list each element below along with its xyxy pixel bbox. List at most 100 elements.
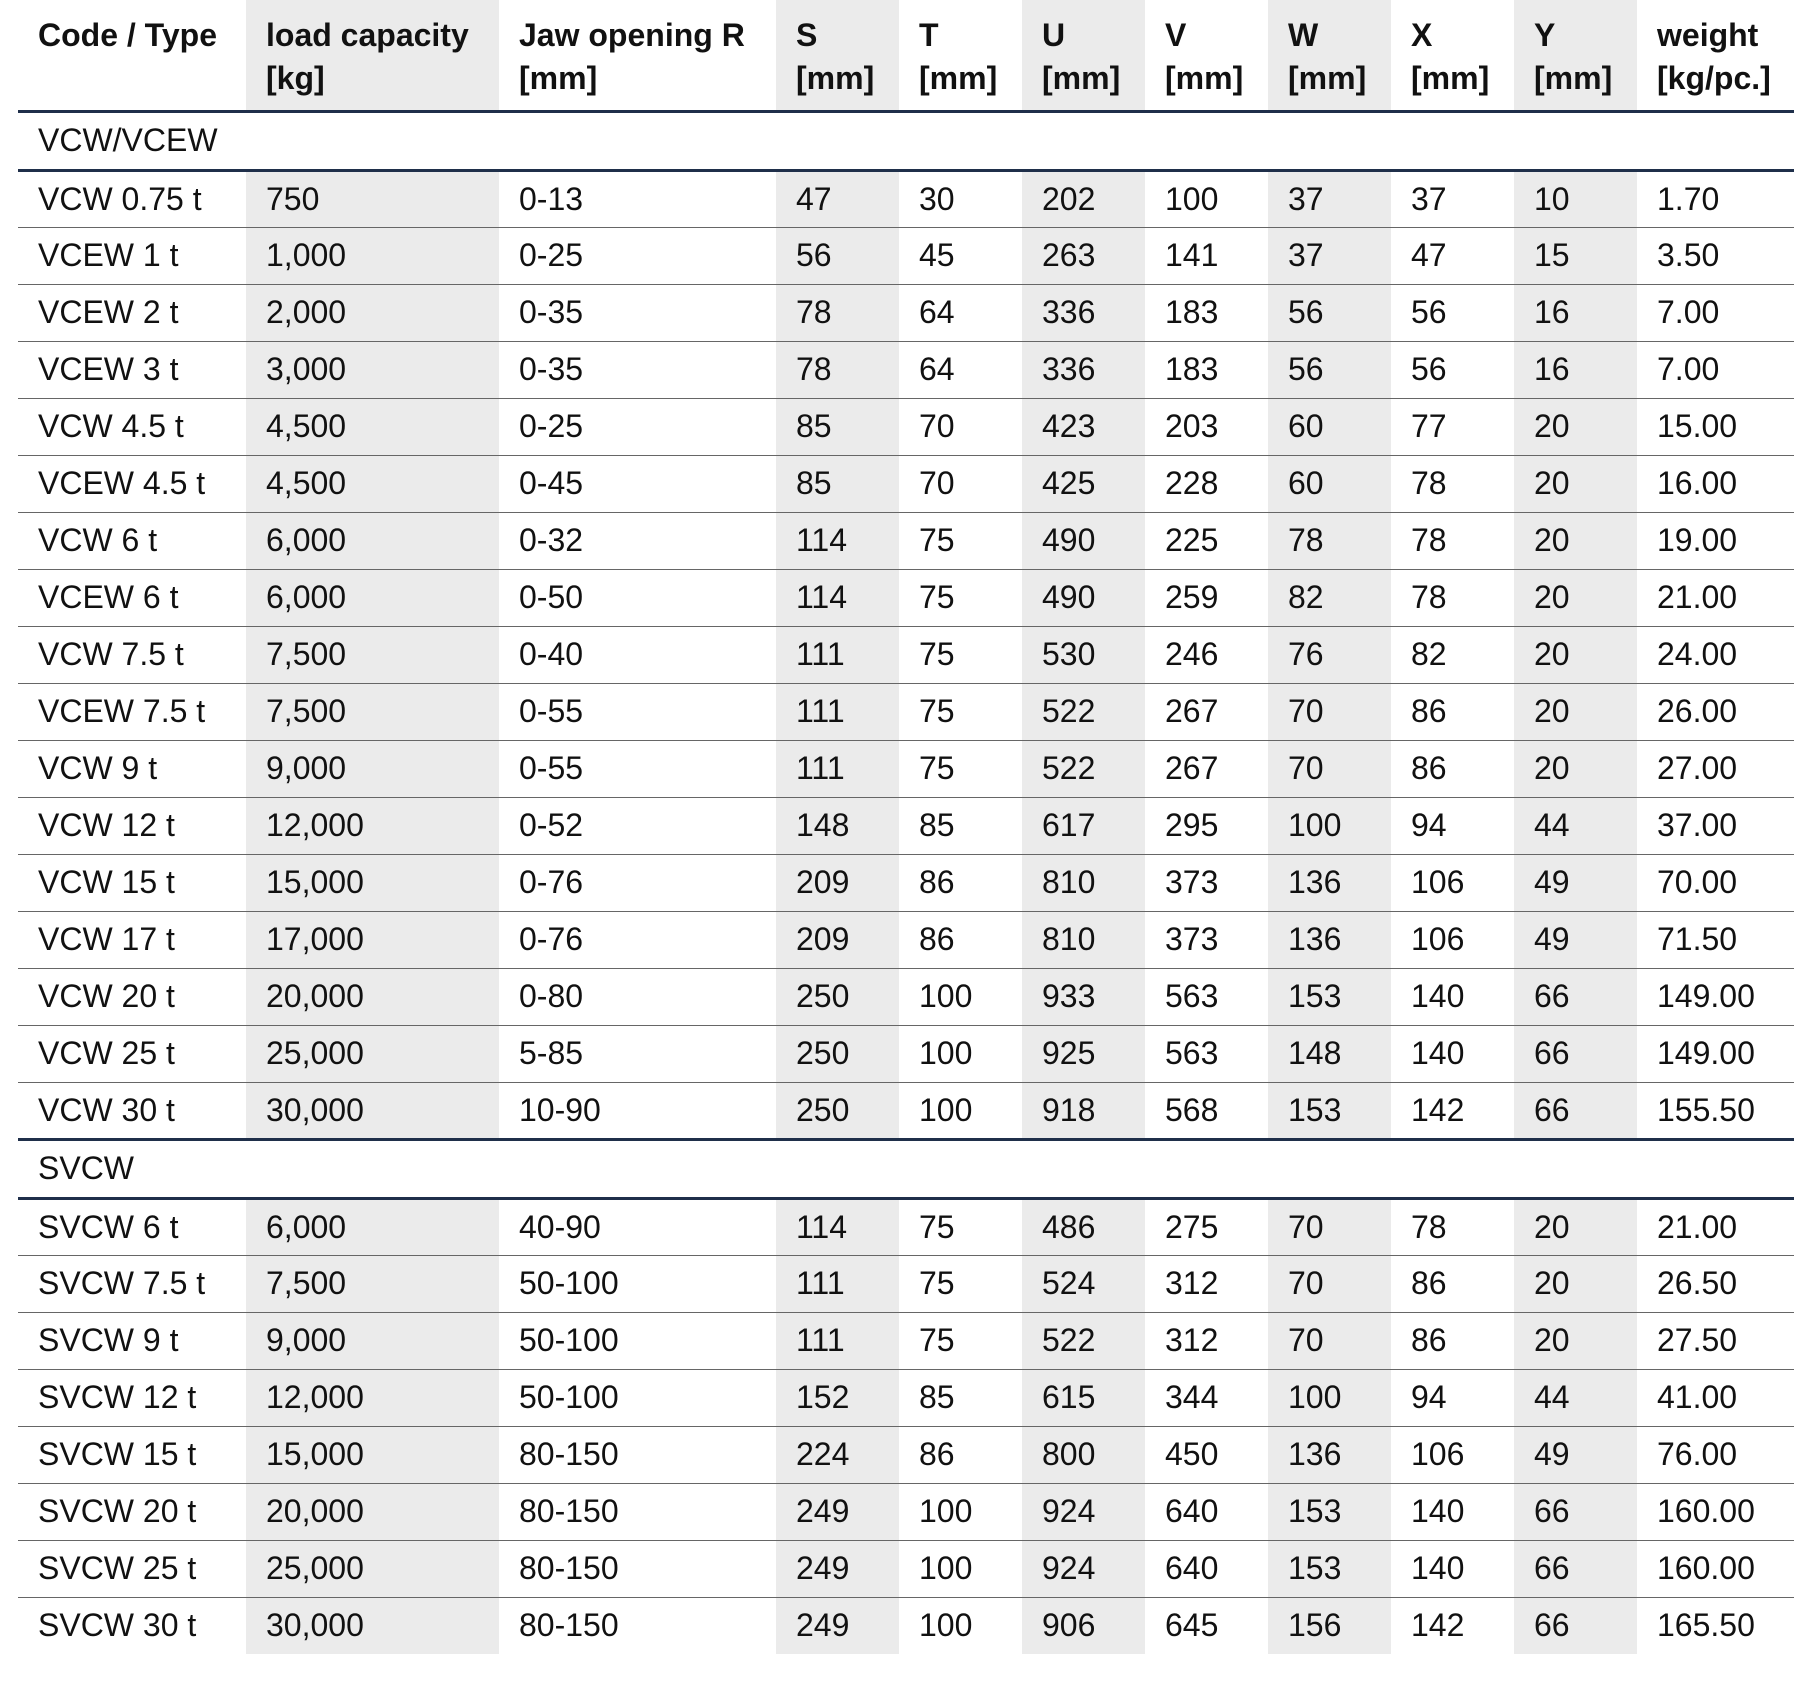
cell-w: 56 (1268, 341, 1391, 399)
cell-load-capacity: 6,000 (246, 1198, 499, 1256)
cell-y: 66 (1514, 1483, 1637, 1541)
cell-jaw-opening: 0-32 (499, 512, 776, 570)
cell-weight: 76.00 (1637, 1426, 1794, 1484)
cell-jaw-opening: 0-52 (499, 797, 776, 855)
cell-jaw-opening: 0-35 (499, 341, 776, 399)
table-row: VCW 17 t 17,000 0-76 209 86 810 373 136 106 49 71.… (18, 911, 1794, 969)
cell-t: 75 (899, 1312, 1022, 1370)
group-title: VCW/VCEW (18, 111, 1794, 172)
cell-x: 142 (1391, 1082, 1514, 1141)
cell-load-capacity: 6,000 (246, 512, 499, 570)
cell-s: 111 (776, 683, 899, 741)
table-row: VCEW 1 t 1,000 0-25 56 45 263 141 37 47 15 3.50 (18, 227, 1794, 285)
cell-code-type: SVCW 9 t (18, 1312, 246, 1370)
table-row: VCEW 6 t 6,000 0-50 114 75 490 259 82 78 20 21.00 (18, 569, 1794, 627)
cell-x: 140 (1391, 1025, 1514, 1083)
table-row: VCW 0.75 t 750 0-13 47 30 202 100 37 37 10 1.70 (18, 170, 1794, 228)
cell-load-capacity: 4,500 (246, 398, 499, 456)
spec-table-container: Code / Type load capacity [kg] Jaw openin… (0, 0, 1794, 1682)
header-v: V [mm] (1145, 0, 1268, 113)
cell-jaw-opening: 0-76 (499, 854, 776, 912)
cell-s: 111 (776, 1255, 899, 1313)
cell-y: 16 (1514, 341, 1637, 399)
cell-x: 106 (1391, 854, 1514, 912)
group-header-row: VCW/VCEW (18, 111, 1794, 172)
cell-s: 114 (776, 512, 899, 570)
cell-u: 924 (1022, 1483, 1145, 1541)
cell-code-type: VCW 4.5 t (18, 398, 246, 456)
table-row: SVCW 25 t 25,000 80-150 249 100 924 640 153 140 6… (18, 1540, 1794, 1598)
cell-w: 70 (1268, 1255, 1391, 1313)
cell-y: 66 (1514, 1082, 1637, 1141)
cell-jaw-opening: 50-100 (499, 1255, 776, 1313)
cell-v: 246 (1145, 626, 1268, 684)
cell-load-capacity: 6,000 (246, 569, 499, 627)
cell-load-capacity: 20,000 (246, 1483, 499, 1541)
cell-u: 490 (1022, 569, 1145, 627)
cell-u: 425 (1022, 455, 1145, 513)
table-row: VCW 30 t 30,000 10-90 250 100 918 568 153 142 66 1… (18, 1082, 1794, 1141)
cell-weight: 165.50 (1657, 1607, 1755, 1644)
cell-code-type: SVCW 30 t (38, 1607, 197, 1644)
cell-v: 645 (1165, 1607, 1219, 1644)
cell-jaw-opening: 0-76 (499, 911, 776, 969)
cell-s: 111 (776, 1312, 899, 1370)
table-row: SVCW 9 t 9,000 50-100 111 75 522 312 70 86 20 27.5… (18, 1312, 1794, 1370)
cell-u: 924 (1022, 1540, 1145, 1598)
cell-x: 86 (1391, 683, 1514, 741)
cell-jaw-opening: 0-80 (499, 968, 776, 1026)
cell-w: 153 (1268, 1540, 1391, 1598)
header-load-capacity: load capacity [kg] (246, 0, 499, 113)
cell-x: 94 (1391, 1369, 1514, 1427)
cell-jaw-opening: 5-85 (499, 1025, 776, 1083)
cell-t: 64 (899, 284, 1022, 342)
cell-u: 486 (1022, 1198, 1145, 1256)
cell-code-type: VCW 30 t (18, 1082, 246, 1141)
cell-y: 20 (1514, 683, 1637, 741)
cell-u: 336 (1022, 341, 1145, 399)
cell-weight: 7.00 (1637, 341, 1794, 399)
cell-load-capacity: 17,000 (246, 911, 499, 969)
cell-v: 563 (1145, 968, 1268, 1026)
cell-load-capacity: 7,500 (246, 626, 499, 684)
cell-load-capacity: 25,000 (246, 1540, 499, 1598)
cell-t: 86 (899, 1426, 1022, 1484)
cell-s: 249 (776, 1540, 899, 1598)
cell-v: 228 (1145, 455, 1268, 513)
cell-jaw-opening: 40-90 (499, 1198, 776, 1256)
cell-x: 140 (1391, 1540, 1514, 1598)
cell-y: 66 (1514, 968, 1637, 1026)
cell-jaw-opening: 0-25 (499, 398, 776, 456)
header-jaw-opening: Jaw opening R [mm] (499, 0, 776, 113)
cell-s: 78 (776, 341, 899, 399)
cell-v: 267 (1145, 740, 1268, 798)
cell-y: 49 (1514, 854, 1637, 912)
cell-x: 78 (1391, 455, 1514, 513)
cell-u: 490 (1022, 512, 1145, 570)
table-row: VCW 25 t 25,000 5-85 250 100 925 563 148 140 66 14… (18, 1025, 1794, 1083)
cell-weight: 15.00 (1637, 398, 1794, 456)
cell-jaw-opening: 0-45 (499, 455, 776, 513)
cell-weight: 1.70 (1637, 170, 1794, 228)
table-row: VCW 12 t 12,000 0-52 148 85 617 295 100 94 44 37.0… (18, 797, 1794, 855)
cell-x: 94 (1391, 797, 1514, 855)
cell-x: 78 (1391, 569, 1514, 627)
cell-s: 152 (776, 1369, 899, 1427)
cell-y: 49 (1514, 1426, 1637, 1484)
cell-v: 100 (1145, 170, 1268, 228)
table-row: VCW 7.5 t 7,500 0-40 111 75 530 246 76 82 20 24.00 (18, 626, 1794, 684)
cell-jaw-opening: 80-150 (519, 1607, 619, 1644)
cell-v: 640 (1145, 1483, 1268, 1541)
cell-s: 250 (776, 968, 899, 1026)
table-row: VCEW 7.5 t 7,500 0-55 111 75 522 267 70 86 20 26.0… (18, 683, 1794, 741)
cell-t: 75 (899, 626, 1022, 684)
cell-load-capacity: 7,500 (246, 683, 499, 741)
cell-code-type: SVCW 12 t (18, 1369, 246, 1427)
header-weight: weight [kg/pc.] (1637, 0, 1794, 113)
cell-s: 85 (776, 455, 899, 513)
cell-weight: 16.00 (1637, 455, 1794, 513)
cell-jaw-opening: 80-150 (499, 1426, 776, 1484)
cell-w: 153 (1268, 968, 1391, 1026)
cell-x: 140 (1391, 968, 1514, 1026)
cell-code-type: VCEW 4.5 t (18, 455, 246, 513)
